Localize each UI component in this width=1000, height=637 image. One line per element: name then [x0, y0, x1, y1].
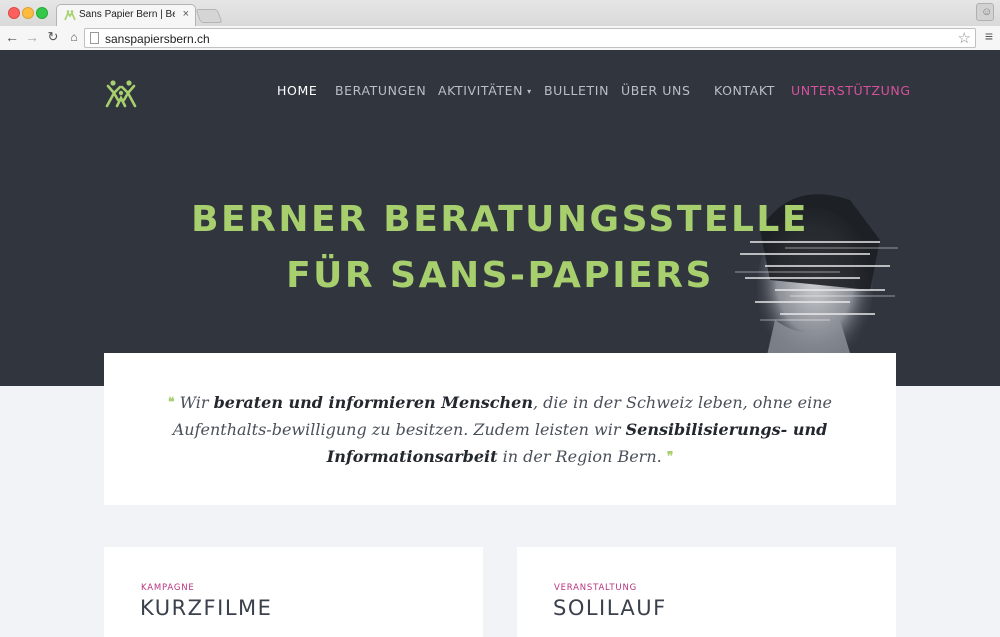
intro-box: ❝ Wir beraten und informieren Menschen, …	[104, 353, 896, 505]
intro-text-part-1: Wir	[179, 393, 214, 412]
bookmark-star-icon[interactable]: ☆	[958, 29, 971, 47]
browser-menu-icon[interactable]: ≡	[983, 28, 995, 44]
tab-title: Sans Papier Bern | Beratung	[79, 9, 175, 20]
user-icon: ☺	[981, 6, 993, 18]
profile-button[interactable]: ☺	[976, 3, 994, 21]
forward-arrow-icon[interactable]: →	[24, 29, 40, 45]
intro-emphasis-1: beraten und informieren Menschen	[213, 393, 533, 412]
hero-title: BERNER BERATUNGSSTELLE FÜR SANS-PAPIERS	[0, 192, 1000, 304]
browser-tab[interactable]: Sans Papier Bern | Beratung ×	[56, 4, 196, 26]
card-veranstaltung[interactable]: VERANSTALTUNG SOLILAUF	[517, 547, 896, 637]
card-kicker: KAMPAGNE	[141, 583, 195, 593]
nav-item-ueber-uns[interactable]: ÜBER UNS	[621, 83, 691, 98]
address-bar[interactable]: sanspapiersbern.ch ☆	[84, 28, 976, 48]
url-text[interactable]: sanspapiersbern.ch	[105, 32, 210, 46]
minimize-window-button[interactable]	[22, 7, 34, 19]
card-title[interactable]: KURZFILME	[140, 596, 272, 620]
browser-chrome: Sans Papier Bern | Beratung × ☺ ← → ↻ ⌂ …	[0, 0, 1000, 50]
reload-icon[interactable]: ↻	[45, 29, 61, 45]
intro-statement: ❝ Wir beraten und informieren Menschen, …	[144, 389, 856, 470]
close-quote-icon: ❞	[666, 449, 674, 463]
nav-item-kontakt[interactable]: KONTAKT	[714, 83, 775, 98]
zoom-window-button[interactable]	[36, 7, 48, 19]
nav-item-home[interactable]: HOME	[277, 83, 317, 98]
chevron-down-icon: ▾	[527, 87, 532, 96]
nav-item-beratungen[interactable]: BERATUNGEN	[335, 83, 426, 98]
browser-toolbar: ← → ↻ ⌂ sanspapiersbern.ch ☆ ≡	[0, 26, 1000, 50]
nav-item-unterstuetzung[interactable]: UNTERSTÜTZUNG	[791, 83, 911, 98]
page-icon	[90, 32, 99, 44]
card-kampagne[interactable]: KAMPAGNE KURZFILME	[104, 547, 483, 637]
close-window-button[interactable]	[8, 7, 20, 19]
card-kicker: VERANSTALTUNG	[554, 583, 637, 593]
intro-text-part-3: in der Region Bern.	[497, 447, 667, 466]
hero-section: HOME BERATUNGEN AKTIVITÄTEN ▾ BULLETIN ÜB…	[0, 50, 1000, 386]
card-title[interactable]: SOLILAUF	[553, 596, 667, 620]
main-navigation: HOME BERATUNGEN AKTIVITÄTEN ▾ BULLETIN ÜB…	[0, 83, 1000, 101]
back-arrow-icon[interactable]: ←	[4, 29, 20, 45]
hero-title-line-1: BERNER BERATUNGSSTELLE	[191, 199, 809, 240]
tab-close-icon[interactable]: ×	[183, 8, 189, 20]
nav-item-aktivitaeten[interactable]: AKTIVITÄTEN ▾	[438, 83, 532, 98]
tab-bar: Sans Papier Bern | Beratung × ☺	[0, 0, 1000, 26]
nav-item-bulletin[interactable]: BULLETIN	[544, 83, 609, 98]
open-quote-icon: ❝	[168, 395, 175, 409]
hero-title-line-2: FÜR SANS-PAPIERS	[286, 255, 714, 296]
new-tab-button[interactable]	[195, 9, 223, 23]
site-favicon-icon	[64, 10, 76, 21]
nav-item-aktivitaeten-label: AKTIVITÄTEN	[438, 83, 524, 98]
home-icon[interactable]: ⌂	[66, 29, 82, 45]
